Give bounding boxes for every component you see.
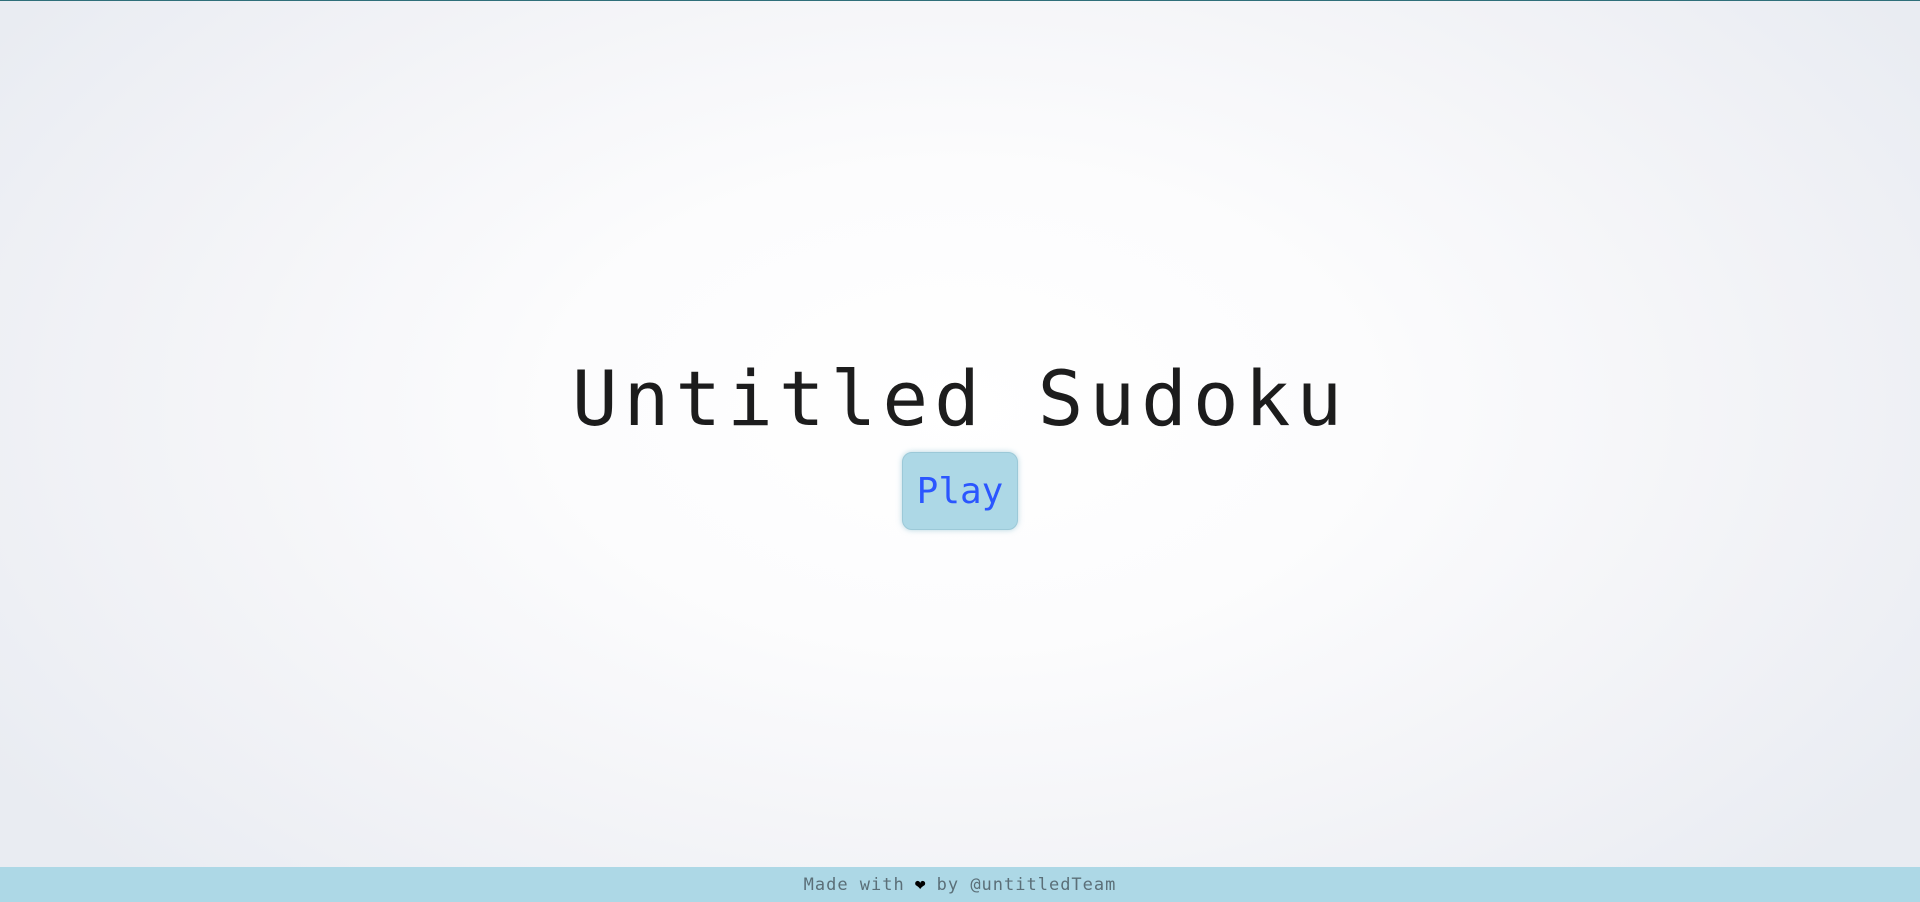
heart-icon: ❤	[914, 873, 927, 895]
main-menu: Untitled Sudoku Play	[0, 350, 1920, 530]
footer-handle-link[interactable]: @untitledTeam	[970, 875, 1116, 895]
page-title: Untitled Sudoku	[571, 354, 1349, 443]
footer: Made with ❤ by @untitledTeam	[0, 867, 1920, 902]
top-border	[0, 0, 1920, 1]
footer-by: by	[936, 874, 960, 895]
play-button[interactable]: Play	[902, 452, 1018, 530]
footer-prefix: Made with	[803, 874, 905, 895]
